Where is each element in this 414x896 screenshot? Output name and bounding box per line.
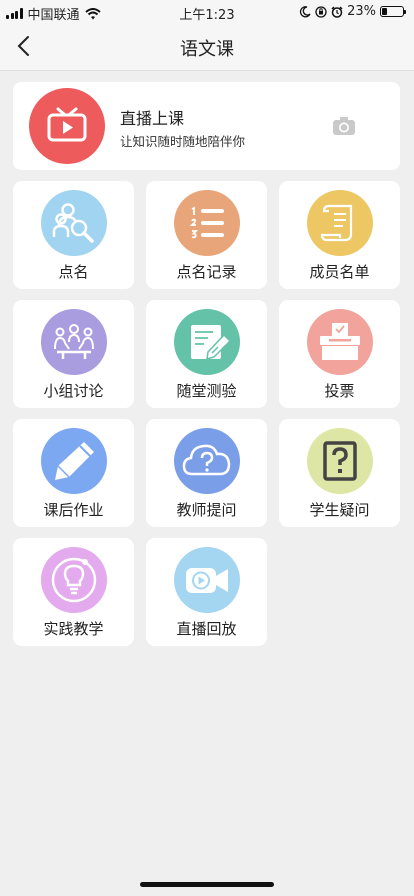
tile-label: 实践教学: [43, 620, 104, 638]
tile-label: 教师提问: [176, 501, 237, 519]
quiz-pencil-icon: [174, 309, 240, 375]
tile-roll-call-record[interactable]: 点名记录: [146, 181, 267, 289]
cloud-question-icon: [174, 428, 240, 494]
ballot-box-icon: [307, 309, 373, 375]
status-bar: 中国联通 上午1:23 23%: [0, 0, 414, 24]
nav-bar: 语文课: [0, 24, 414, 71]
list-record-icon: [174, 190, 240, 256]
alarm-icon: [331, 5, 343, 18]
status-right: 23%: [299, 4, 406, 19]
tile-label: 点名: [58, 263, 89, 281]
tv-play-icon: [29, 88, 105, 164]
tile-roll-call[interactable]: 点名: [13, 181, 134, 289]
camera-icon[interactable]: [332, 116, 356, 136]
battery-percent: 23%: [347, 4, 376, 19]
live-class-title: 直播上课: [120, 109, 185, 128]
scroll-list-icon: [307, 190, 373, 256]
home-indicator[interactable]: [140, 882, 274, 887]
lightbulb-icon: [41, 547, 107, 613]
homework-pencil-icon: [41, 428, 107, 494]
tile-label: 投票: [324, 382, 355, 400]
tile-practice-teaching[interactable]: 实践教学: [13, 538, 134, 646]
roll-call-icon: [41, 190, 107, 256]
tile-group-discussion[interactable]: 小组讨论: [13, 300, 134, 408]
moon-icon: [300, 5, 311, 17]
tile-label: 成员名单: [309, 263, 370, 281]
tile-label: 学生疑问: [309, 501, 370, 519]
tile-live-replay[interactable]: 直播回放: [146, 538, 267, 646]
tile-label: 小组讨论: [43, 382, 104, 400]
tile-label: 随堂测验: [176, 382, 237, 400]
rotation-lock-icon: [315, 5, 327, 18]
tile-member-list[interactable]: 成员名单: [279, 181, 400, 289]
battery-icon: [380, 6, 406, 17]
page-title: 语文课: [180, 39, 234, 60]
live-class-subtitle: 让知识随时随地陪伴你: [120, 134, 246, 149]
tile-vote[interactable]: 投票: [279, 300, 400, 408]
tile-label: 课后作业: [43, 501, 104, 519]
tile-teacher-question[interactable]: 教师提问: [146, 419, 267, 527]
group-discussion-icon: [41, 309, 107, 375]
tile-homework[interactable]: 课后作业: [13, 419, 134, 527]
tile-label: 直播回放: [176, 620, 237, 638]
tile-student-question[interactable]: 学生疑问: [279, 419, 400, 527]
tile-quiz[interactable]: 随堂测验: [146, 300, 267, 408]
video-camera-icon: [174, 547, 240, 613]
question-box-icon: [307, 428, 373, 494]
tile-label: 点名记录: [176, 263, 237, 281]
live-class-card[interactable]: 直播上课 让知识随时随地陪伴你: [13, 82, 400, 170]
